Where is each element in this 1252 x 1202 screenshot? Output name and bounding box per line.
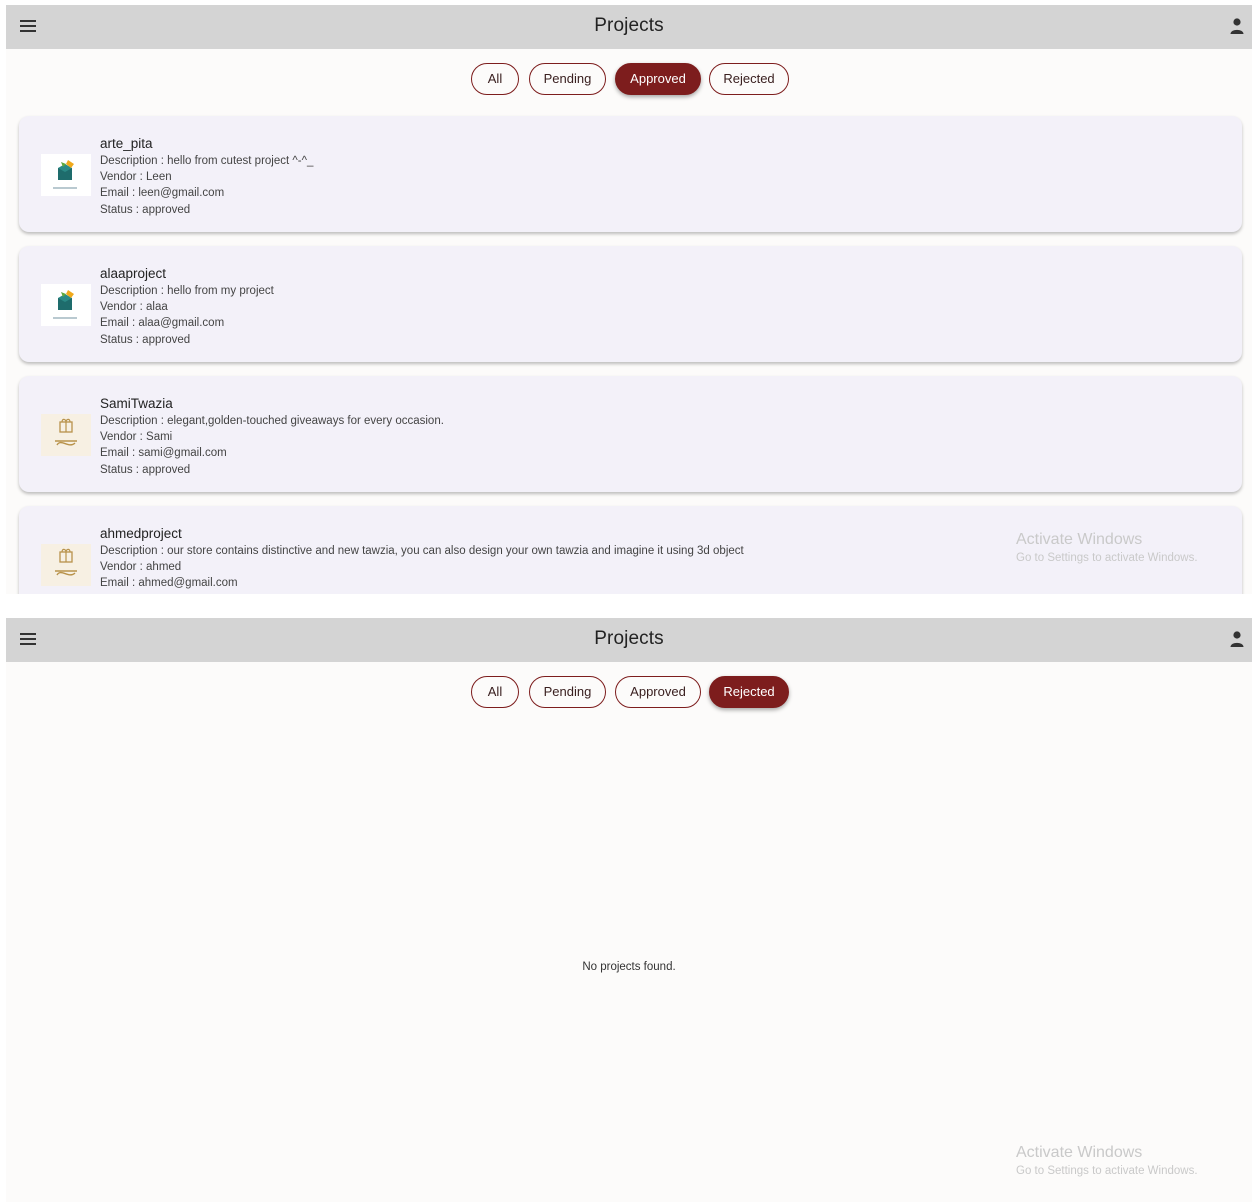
project-description: Description : elegant,golden-touched giv…	[100, 415, 444, 427]
project-name: alaaproject	[100, 266, 167, 281]
watermark-title: Activate Windows	[1016, 1144, 1143, 1161]
filter-chips: All Pending Approved Rejected	[6, 676, 1252, 710]
project-logo	[41, 284, 91, 326]
gift-box-logo	[53, 160, 77, 189]
filter-approved[interactable]: Approved	[615, 676, 701, 708]
screen-rejected: Projects All Pending Approved Rejected N…	[6, 618, 1252, 1202]
page-title: Projects	[594, 628, 664, 649]
project-logo	[41, 414, 91, 456]
filter-approved[interactable]: Approved	[615, 63, 701, 95]
project-name: SamiTwazia	[100, 396, 173, 411]
project-email: Email : leen@gmail.com	[100, 187, 225, 199]
project-vendor: Vendor : alaa	[100, 301, 168, 313]
project-description: Description : our store contains distinc…	[100, 545, 744, 557]
project-name: arte_pita	[100, 136, 153, 151]
filter-rejected[interactable]: Rejected	[709, 63, 789, 95]
project-description: Description : hello from my project	[100, 285, 274, 297]
filter-all[interactable]: All	[471, 63, 519, 95]
project-email: Email : ahmed@gmail.com	[100, 577, 238, 589]
page-title: Projects	[594, 15, 664, 36]
project-card[interactable]: alaaproject Description : hello from my …	[19, 246, 1242, 362]
project-vendor: Vendor : ahmed	[100, 561, 182, 573]
filter-rejected[interactable]: Rejected	[709, 676, 789, 708]
project-card[interactable]: arte_pita Description : hello from cutes…	[19, 116, 1242, 232]
filter-all[interactable]: All	[471, 676, 519, 708]
person-icon[interactable]	[1230, 630, 1244, 648]
tawzia-gift-logo	[55, 548, 77, 576]
project-logo	[41, 154, 91, 196]
screen-approved: Projects All Pending Approved Rejected a…	[6, 5, 1252, 594]
empty-state-message: No projects found.	[582, 961, 676, 973]
project-status: Status : approved	[100, 204, 191, 216]
watermark-subtitle: Go to Settings to activate Windows.	[1016, 1165, 1198, 1177]
app-bar: Projects	[6, 5, 1252, 49]
activate-windows-watermark: Activate Windows Go to Settings to activ…	[1016, 1144, 1198, 1177]
person-icon[interactable]	[1230, 17, 1244, 35]
project-email: Email : alaa@gmail.com	[100, 317, 225, 329]
tawzia-gift-logo	[55, 418, 77, 446]
project-email: Email : sami@gmail.com	[100, 447, 227, 459]
project-name: ahmedproject	[100, 526, 182, 541]
filter-chips: All Pending Approved Rejected	[6, 63, 1252, 97]
gift-box-logo	[53, 290, 77, 319]
project-description: Description : hello from cutest project …	[100, 155, 314, 167]
watermark-title: Activate Windows	[1016, 531, 1143, 548]
app-bar: Projects	[6, 618, 1252, 662]
watermark-subtitle: Go to Settings to activate Windows.	[1016, 552, 1198, 564]
filter-pending[interactable]: Pending	[529, 63, 606, 95]
activate-windows-watermark: Activate Windows Go to Settings to activ…	[1016, 531, 1198, 564]
project-status: Status : approved	[100, 464, 191, 476]
project-logo	[41, 544, 91, 586]
project-vendor: Vendor : Leen	[100, 171, 172, 183]
project-vendor: Vendor : Sami	[100, 431, 173, 443]
project-card[interactable]: SamiTwazia Description : elegant,golden-…	[19, 376, 1242, 492]
filter-pending[interactable]: Pending	[529, 676, 606, 708]
project-status: Status : approved	[100, 334, 191, 346]
